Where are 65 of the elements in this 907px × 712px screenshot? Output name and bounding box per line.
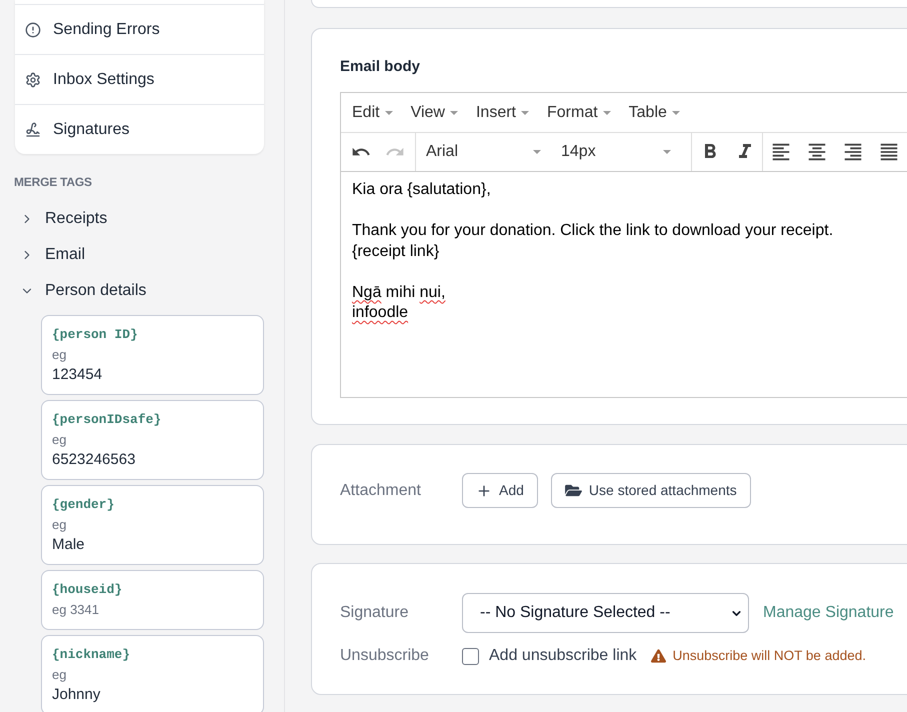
settings-icon (25, 72, 41, 88)
menu-item[interactable]: Format (538, 98, 620, 128)
caret-icon (602, 110, 611, 114)
signature-icon (25, 122, 41, 138)
alert-circle-icon (25, 22, 41, 38)
caret-icon (672, 110, 680, 114)
field-label: Signature (340, 603, 410, 623)
caret-icon (533, 150, 541, 154)
example-value: 123454 (52, 365, 102, 385)
sidebar-nav-item[interactable]: Sending Errors (15, 4, 264, 54)
example-label: eg (52, 666, 66, 684)
field-label: Unsubscribe (340, 646, 430, 666)
merge-tag-card[interactable]: {personIDsafe} eg 6523246563 (41, 400, 264, 480)
caret-icon (520, 110, 529, 114)
example-value: Male (52, 535, 85, 555)
checkbox[interactable] (462, 648, 479, 664)
sidebar-nav-item[interactable]: Signatures (15, 104, 264, 154)
section-heading: MERGE TAGS (14, 175, 92, 189)
example-label: eg (52, 431, 66, 449)
merge-tag-code: {houseid} (52, 581, 122, 599)
merge-tag-card[interactable]: {nickname} eg Johnny (41, 635, 264, 712)
font-family-select[interactable]: Arial (416, 137, 551, 167)
tree-item[interactable]: Email (0, 237, 90, 273)
manage-signature-link[interactable]: Manage Signature (763, 601, 894, 625)
caret-icon (450, 110, 458, 114)
checkbox-label[interactable]: Add unsubscribe link (489, 644, 637, 668)
merge-tag-code: {person ID} (52, 326, 138, 344)
menu-item[interactable]: Edit (343, 98, 402, 128)
signature-select[interactable]: -- No Signature Selected -- (462, 593, 749, 633)
field-label: Attachment (340, 480, 422, 500)
merge-tag-code: {nickname} (52, 646, 130, 664)
folder-icon (564, 483, 582, 498)
body-paragraph: Kia ora {salutation}, (352, 180, 491, 200)
example-label: eg (52, 346, 66, 364)
merge-tag-code: {gender} (52, 496, 114, 514)
example-label: eg (52, 516, 66, 534)
plus-icon (476, 482, 492, 498)
menu-item[interactable]: Table (620, 98, 689, 128)
tree-item[interactable]: Receipts (0, 201, 112, 237)
stored-attachments-button[interactable]: Use stored attachments (550, 473, 751, 508)
body-paragraph: Ngā mihi nui, infoodle (352, 282, 446, 323)
sidebar-nav-item[interactable]: Inbox Settings (15, 54, 264, 104)
caret-icon (384, 110, 393, 114)
align-center-icon (806, 141, 828, 163)
field-label: Email body (340, 57, 420, 77)
merge-tag-card[interactable]: {person ID} eg 123454 (41, 315, 264, 395)
merge-tag-code: {personIDsafe} (52, 411, 162, 429)
merge-tag-card[interactable]: {gender} eg Male (41, 485, 264, 565)
body-paragraph: Thank you for your donation. Click the link to download your receipt. {receipt link} (352, 221, 834, 262)
example-value: 6523246563 (52, 450, 136, 470)
example-label: eg 3341 (52, 601, 99, 619)
warning-icon (650, 649, 666, 663)
menu-item[interactable]: View (402, 98, 467, 128)
tree-item[interactable]: Person details (0, 273, 150, 309)
example-value: Johnny (52, 685, 100, 705)
align-left-icon (770, 141, 792, 163)
editor-content-area[interactable]: Kia ora {salutation}, Thank you for your donation. Click the link to download your receipt. {receipt link} Ngā mihi nui, infoodle (341, 171, 907, 397)
caret-icon (663, 150, 671, 154)
menu-item[interactable]: Insert (466, 98, 538, 128)
merge-tag-card[interactable]: {houseid} eg 3341 (41, 570, 264, 630)
align-right-icon (842, 141, 864, 163)
align-justify-icon (878, 141, 900, 163)
warning-text: Unsubscribe will NOT be added. (672, 646, 866, 665)
font-size-select[interactable]: 14px (551, 137, 681, 167)
add-button[interactable]: Add (462, 473, 538, 508)
